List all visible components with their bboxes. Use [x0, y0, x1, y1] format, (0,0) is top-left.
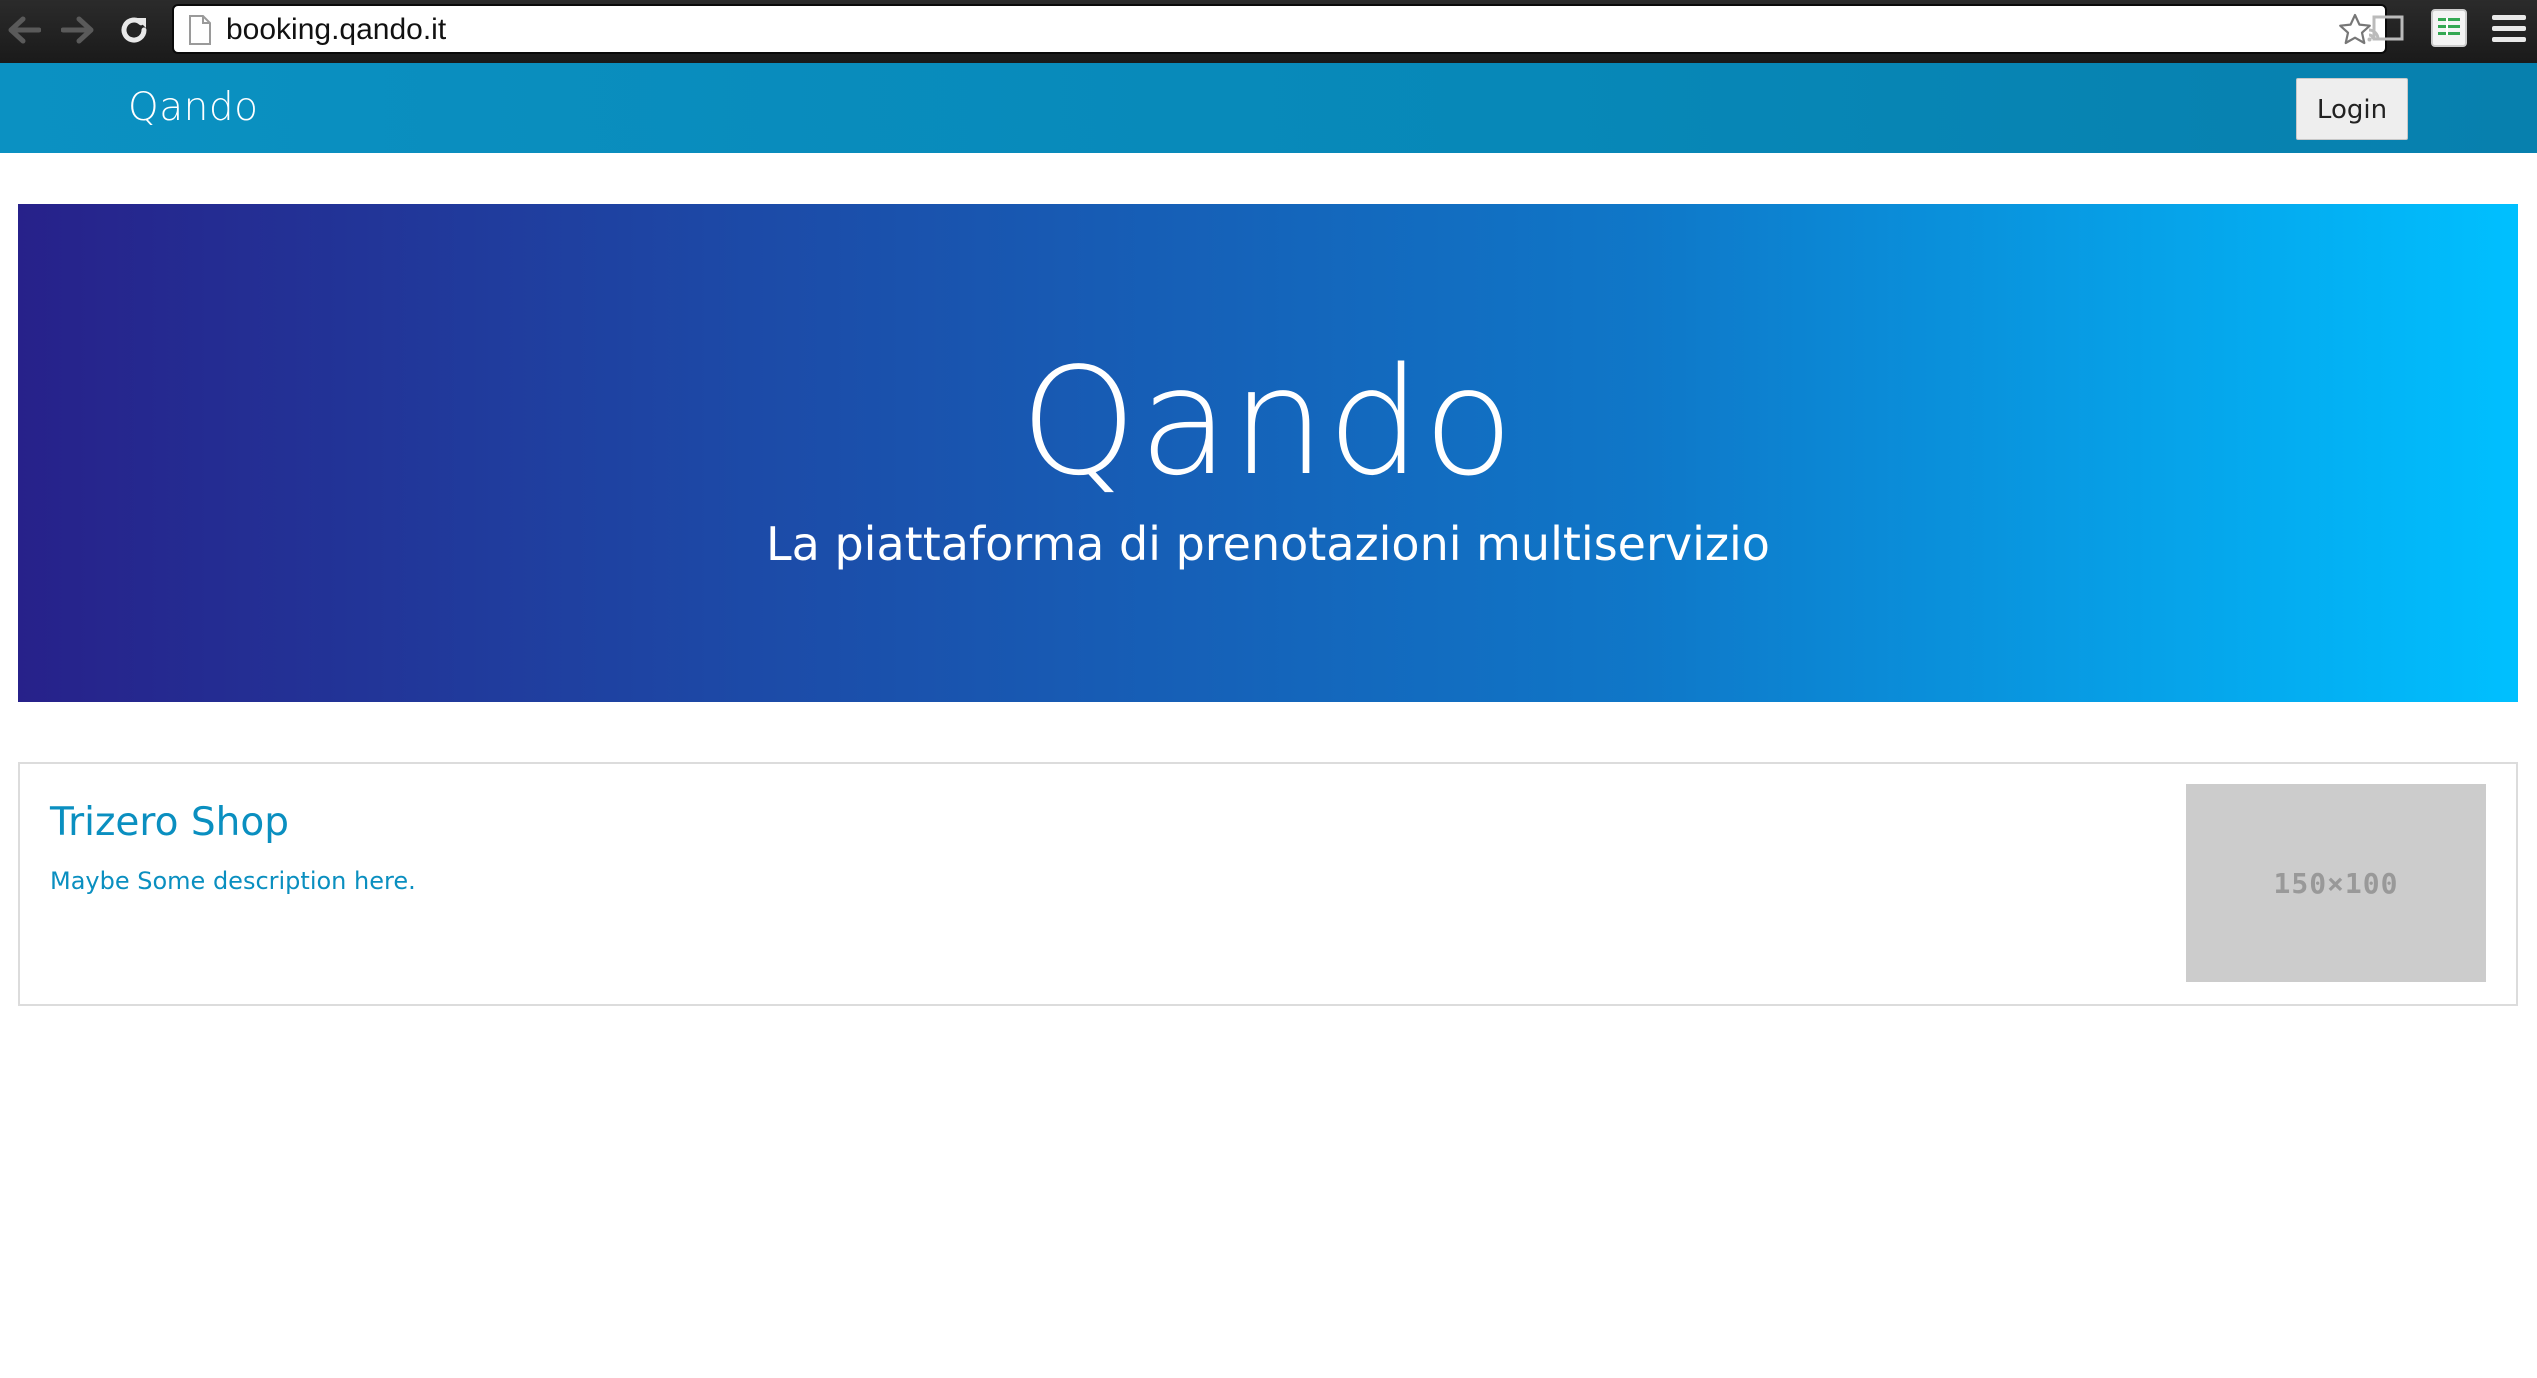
login-button[interactable]: Login [2296, 78, 2408, 140]
shop-description: Maybe Some description here. [50, 867, 416, 895]
menu-icon[interactable] [2490, 12, 2528, 51]
forward-arrow-icon [61, 15, 95, 45]
address-bar[interactable]: booking.qando.it [172, 4, 2387, 54]
forward-button[interactable] [56, 8, 100, 52]
browser-toolbar: booking.qando.it [0, 0, 2537, 64]
page-icon [188, 15, 212, 50]
reload-button[interactable] [112, 8, 156, 52]
cast-icon[interactable] [2366, 8, 2406, 53]
url-text: booking.qando.it [226, 13, 447, 46]
hero-banner: Qando La piattaforma di prenotazioni mul… [18, 204, 2518, 702]
shop-thumbnail: 150×100 [2186, 784, 2486, 982]
brand-link[interactable]: Qando [128, 63, 258, 153]
hero-title: Qando [1020, 336, 1516, 508]
shop-title[interactable]: Trizero Shop [50, 798, 289, 848]
thumbnail-placeholder-label: 150×100 [2273, 866, 2399, 900]
hero-subtitle: La piattaforma di prenotazioni multiserv… [766, 517, 1770, 571]
back-button[interactable] [2, 8, 46, 52]
sheets-extension-icon[interactable] [2430, 8, 2468, 53]
reload-icon [118, 14, 150, 46]
back-arrow-icon [7, 15, 41, 45]
shop-card[interactable]: Trizero Shop Maybe Some description here… [18, 762, 2518, 1006]
site-navbar: Qando Login [0, 63, 2537, 153]
